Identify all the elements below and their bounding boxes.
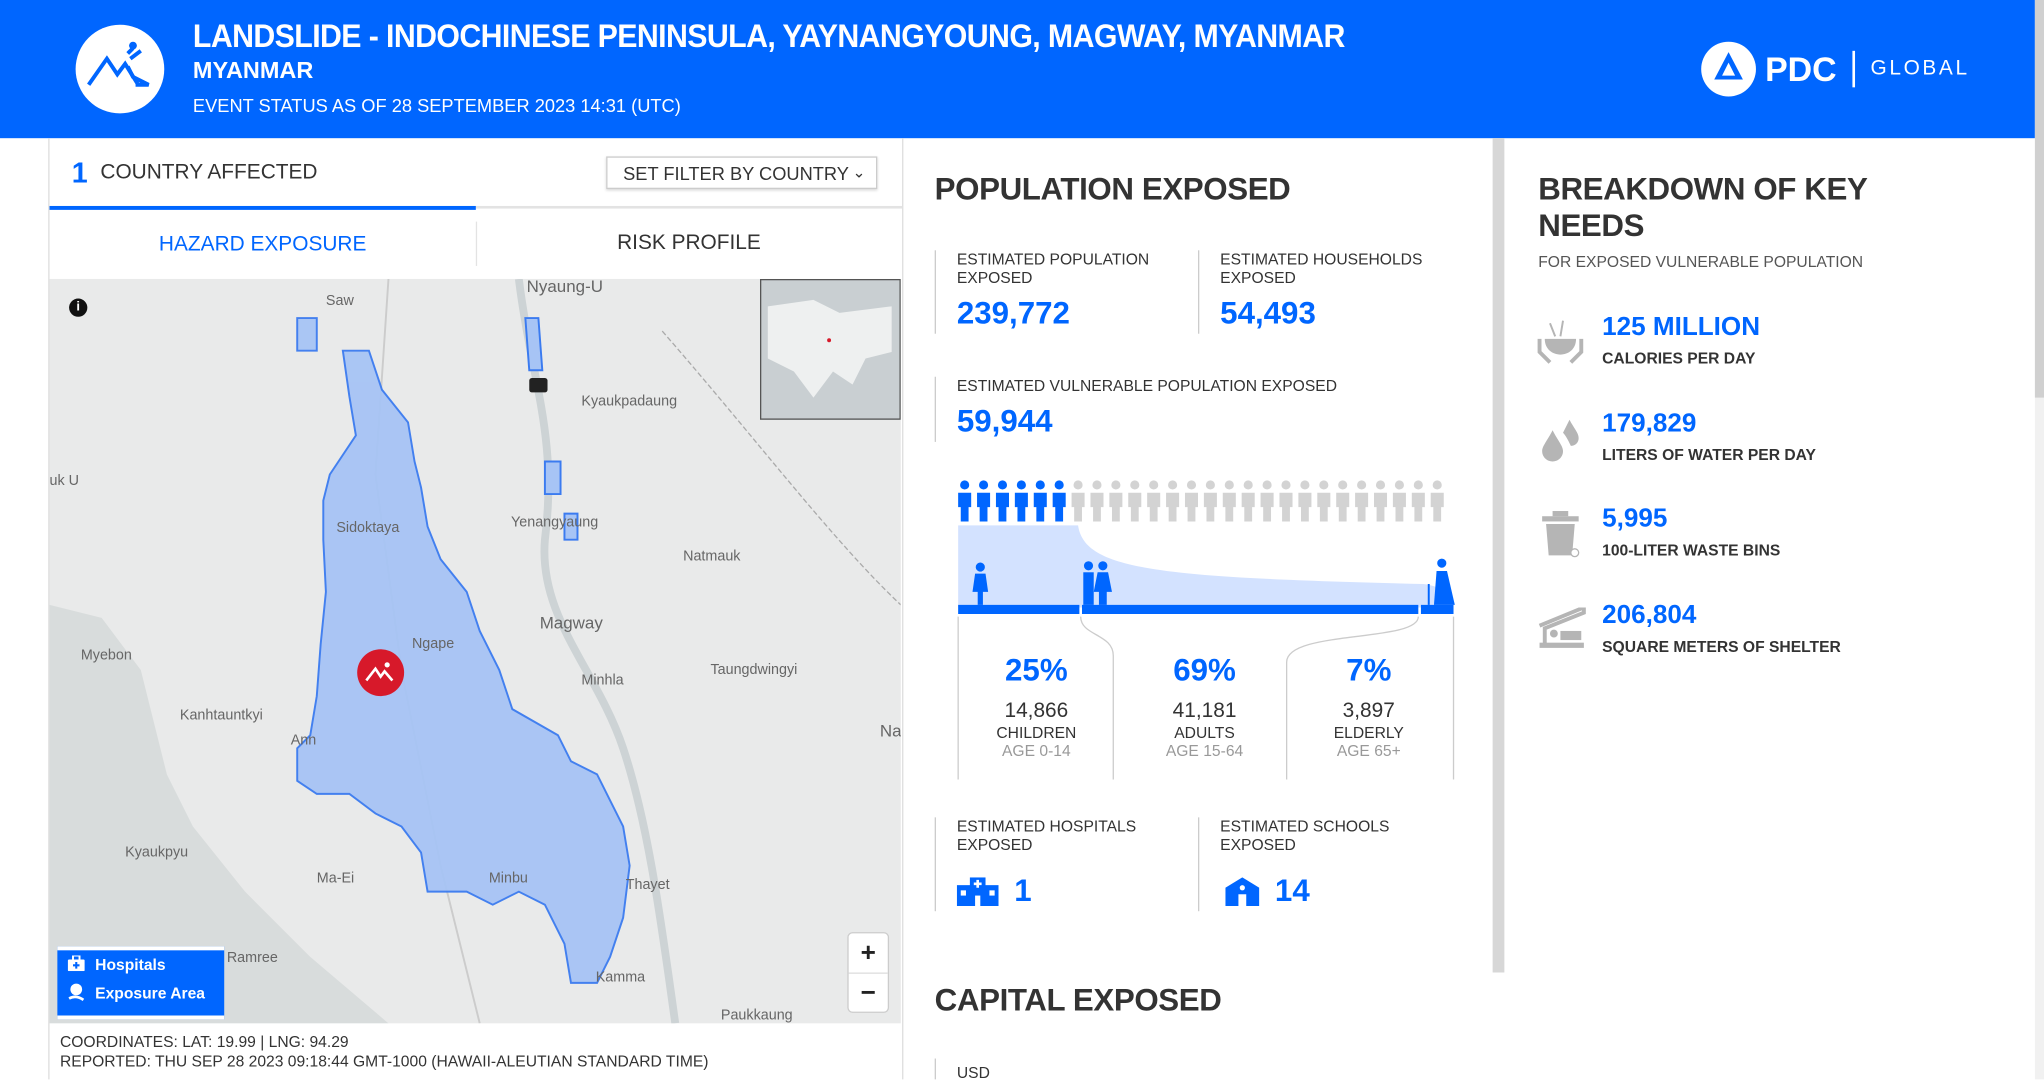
legend-hospitals[interactable]: Hospitals — [57, 950, 224, 979]
event-title: LANDSLIDE - INDOCHINESE PENINSULA, YAYNA… — [192, 18, 1345, 55]
person-icon — [1203, 480, 1217, 522]
person-icon — [1298, 480, 1312, 522]
country-count: 1 — [71, 156, 88, 190]
left-panel: 1 COUNTRY AFFECTED SET FILTER BY COUNTRY… — [48, 138, 904, 1080]
zoom-out-button[interactable]: − — [849, 974, 888, 1013]
pdc-logo: PDC GLOBAL — [1700, 40, 1970, 97]
population-title: POPULATION EXPOSED — [934, 172, 1291, 208]
event-marker-icon[interactable] — [357, 649, 405, 697]
person-icon — [1128, 480, 1142, 522]
pdc-logo-icon — [1701, 41, 1756, 97]
vulnerable-population-value: 59,944 — [956, 404, 1053, 440]
person-icon — [1071, 480, 1085, 522]
coordinates: COORDINATES: LAT: 19.99 | LNG: 94.29 — [59, 1032, 349, 1051]
tab-hazard-exposure[interactable]: HAZARD EXPOSURE — [49, 205, 476, 280]
person-icon — [1430, 480, 1444, 522]
population-panel: POPULATION EXPOSED ESTIMATED POPULATION … — [902, 138, 1493, 1082]
legend-exposure-area[interactable]: Exposure Area — [57, 979, 224, 1008]
person-icon-highlighted — [1014, 480, 1028, 522]
map-legend: Hospitals Exposure Area — [57, 946, 225, 1020]
person-icon — [1279, 480, 1293, 522]
person-icon — [1336, 480, 1350, 522]
person-icon — [1166, 480, 1180, 522]
landslide-icon — [75, 24, 165, 114]
person-icon — [1355, 480, 1369, 522]
person-icon — [1317, 480, 1331, 522]
person-icon — [1411, 480, 1425, 522]
est-population-value: 239,772 — [956, 295, 1070, 332]
reported-time: REPORTED: THU SEP 28 2023 09:18:44 GMT-1… — [59, 1052, 709, 1071]
country-filter-select[interactable]: SET FILTER BY COUNTRY ⌄ — [606, 156, 878, 190]
schools-value: 14 — [1274, 873, 1310, 909]
person-icon — [1373, 480, 1388, 522]
event-country: MYANMAR — [192, 57, 314, 84]
school-icon — [1225, 877, 1260, 907]
shelter-icon — [1537, 604, 1587, 655]
person-icon-highlighted — [977, 480, 991, 522]
scrollbar-thumb[interactable] — [2034, 0, 2044, 398]
zoom-control: + − — [847, 932, 890, 1013]
person-icon — [1241, 480, 1255, 522]
person-icon-highlighted — [1033, 480, 1047, 522]
tabs: HAZARD EXPOSURE RISK PROFILE — [49, 205, 903, 282]
est-households-value: 54,493 — [1220, 295, 1316, 332]
person-icon — [1392, 480, 1406, 522]
person-icon-highlighted — [1052, 480, 1066, 522]
hospitals-value: 1 — [1014, 873, 1032, 909]
map[interactable]: i Nyaung-U Saw Kyaukpadaung uk U Sidokta… — [49, 278, 901, 1024]
person-icon — [1260, 480, 1274, 522]
person-icon-highlighted — [958, 480, 972, 522]
info-icon[interactable]: i — [69, 298, 88, 317]
person-icon — [1147, 480, 1161, 522]
hospital-building-icon — [956, 877, 999, 907]
overview-minimap[interactable] — [759, 278, 901, 420]
person-icon — [1090, 480, 1104, 522]
needs-title: BREAKDOWN OF KEY NEEDS — [1538, 172, 1867, 244]
hospital-marker-icon[interactable] — [529, 378, 548, 393]
panel-scrollbar[interactable] — [1492, 138, 1505, 973]
person-icon — [1184, 480, 1199, 522]
page-scrollbar[interactable] — [2034, 0, 2044, 1080]
water-drops-icon — [1537, 417, 1584, 470]
food-bowl-icon — [1537, 318, 1584, 371]
needs-subtitle: FOR EXPOSED VULNERABLE POPULATION — [1538, 252, 1864, 272]
chevron-down-icon: ⌄ — [852, 162, 866, 182]
waste-bin-icon — [1540, 511, 1582, 564]
tab-risk-profile[interactable]: RISK PROFILE — [476, 209, 902, 279]
hospital-icon — [67, 953, 85, 975]
header: LANDSLIDE - INDOCHINESE PENINSULA, YAYNA… — [0, 0, 2035, 139]
person-icon-highlighted — [995, 480, 1009, 522]
key-needs-panel: BREAKDOWN OF KEY NEEDS FOR EXPOSED VULNE… — [1506, 138, 2034, 1079]
exposure-area-icon — [68, 982, 85, 1004]
event-status: EVENT STATUS AS OF 28 SEPTEMBER 2023 14:… — [192, 95, 681, 117]
country-label: COUNTRY AFFECTED — [100, 161, 318, 184]
person-icon — [1109, 480, 1123, 522]
capital-title: CAPITAL EXPOSED — [934, 982, 1222, 1019]
person-icon — [1222, 480, 1236, 522]
zoom-in-button[interactable]: + — [848, 933, 888, 974]
map-info: COORDINATES: LAT: 19.99 | LNG: 94.29 REP… — [60, 1032, 709, 1071]
